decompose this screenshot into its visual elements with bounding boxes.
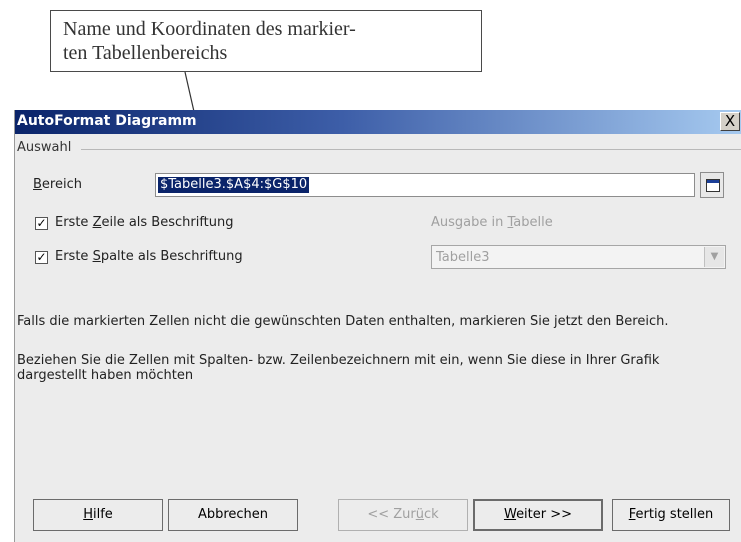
range-value: $Tabelle3.$A$4:$G$10 [158, 177, 310, 193]
dialog-title: AutoFormat Diagramm [17, 113, 197, 129]
back-button[interactable]: << Zurück [338, 499, 468, 531]
first-col-label[interactable]: Erste Spalte als Beschriftung [55, 249, 243, 264]
first-col-checkbox[interactable]: ✓ [35, 251, 48, 264]
next-button[interactable]: Weiter >> [473, 499, 603, 531]
checkmark-icon: ✓ [36, 250, 47, 264]
info-text-2-line1: Beziehen Sie die Zellen mit Spalten- bzw… [17, 353, 660, 368]
autoformat-dialog: AutoFormat Diagramm X Auswahl Bereich $T… [14, 110, 741, 542]
title-bar: AutoFormat Diagramm X [15, 110, 741, 134]
help-button[interactable]: Hilfe [33, 499, 163, 531]
first-row-checkbox[interactable]: ✓ [35, 217, 48, 230]
finish-button[interactable]: Fertig stellen [612, 499, 730, 531]
shrink-range-icon [706, 179, 720, 192]
group-label-auswahl: Auswahl [17, 140, 77, 155]
info-text-1: Falls die markierten Zellen nicht die ge… [17, 314, 669, 329]
checkmark-icon: ✓ [36, 216, 47, 230]
shrink-button[interactable] [700, 172, 724, 198]
range-input[interactable]: $Tabelle3.$A$4:$G$10 [155, 173, 695, 197]
cancel-button[interactable]: Abbrechen [168, 499, 298, 531]
group-divider [81, 149, 741, 150]
output-select[interactable]: Tabelle3 ▼ [431, 245, 726, 269]
range-label: Bereich [33, 177, 82, 192]
info-text-2-line2: dargestellt haben möchten [17, 368, 194, 383]
output-label: Ausgabe in Tabelle [431, 215, 553, 230]
first-row-label[interactable]: Erste Zeile als Beschriftung [55, 215, 234, 230]
close-button[interactable]: X [720, 112, 740, 131]
chevron-down-icon[interactable]: ▼ [704, 247, 724, 267]
output-select-value: Tabelle3 [436, 250, 490, 265]
